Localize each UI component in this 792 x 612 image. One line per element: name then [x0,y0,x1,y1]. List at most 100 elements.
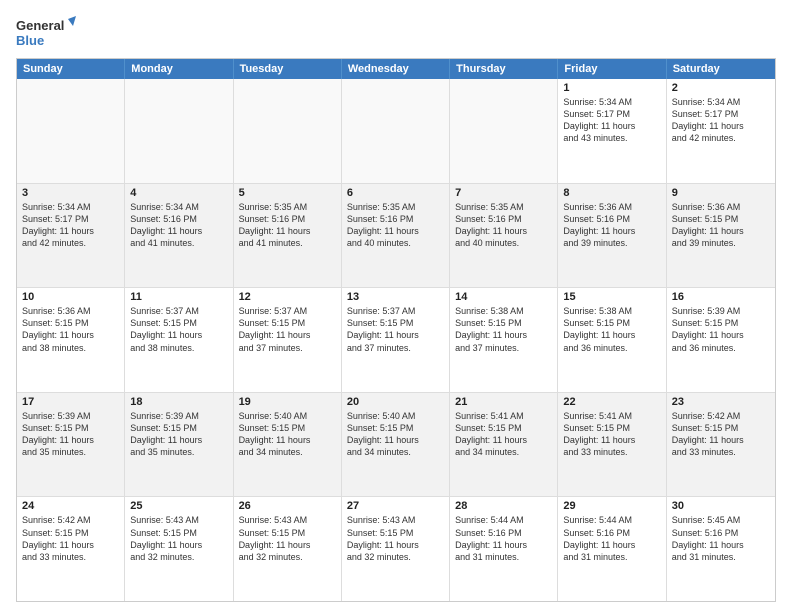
calendar-cell-0-0 [17,79,125,183]
day-number: 13 [347,291,444,303]
day-info: Sunrise: 5:37 AM Sunset: 5:15 PM Dayligh… [130,305,227,354]
calendar: SundayMondayTuesdayWednesdayThursdayFrid… [16,58,776,602]
calendar-cell-2-2: 12Sunrise: 5:37 AM Sunset: 5:15 PM Dayli… [234,288,342,392]
header-day-friday: Friday [558,59,666,79]
calendar-cell-3-4: 21 Sunrise: 5:41 AM Sunset: 5:15 PM Dayli… [450,393,558,497]
day-info: Sunrise: 5:35 AM Sunset: 5:16 PM Dayligh… [455,201,552,250]
calendar-week-4: 17 Sunrise: 5:39 AM Sunset: 5:15 PM Dayli… [17,392,775,497]
day-info: Sunrise: 5:37 AM Sunset: 5:15 PM Dayligh… [347,305,444,354]
day-info: Sunrise: 5:45 AM Sunset: 5:16 PM Dayligh… [672,514,770,563]
calendar-cell-1-4: 7 Sunrise: 5:35 AM Sunset: 5:16 PM Daylig… [450,184,558,288]
calendar-week-5: 24Sunrise: 5:42 AM Sunset: 5:15 PM Dayli… [17,496,775,601]
day-info: Sunrise: 5:42 AM Sunset: 5:15 PM Dayligh… [22,514,119,563]
calendar-week-3: 10 Sunrise: 5:36 AM Sunset: 5:15 PM Dayli… [17,287,775,392]
header-day-monday: Monday [125,59,233,79]
calendar-cell-0-1 [125,79,233,183]
day-number: 7 [455,187,552,199]
day-info: Sunrise: 5:41 AM Sunset: 5:15 PM Dayligh… [563,410,660,459]
header-day-wednesday: Wednesday [342,59,450,79]
calendar-cell-3-3: 20 Sunrise: 5:40 AM Sunset: 5:15 PM Dayli… [342,393,450,497]
day-number: 5 [239,187,336,199]
day-info: Sunrise: 5:36 AM Sunset: 5:15 PM Dayligh… [672,201,770,250]
calendar-cell-0-3 [342,79,450,183]
calendar-cell-4-2: 26 Sunrise: 5:43 AM Sunset: 5:15 PM Dayli… [234,497,342,601]
day-number: 23 [672,396,770,408]
day-info: Sunrise: 5:39 AM Sunset: 5:15 PM Dayligh… [130,410,227,459]
day-number: 8 [563,187,660,199]
day-number: 27 [347,500,444,512]
calendar-cell-0-2 [234,79,342,183]
calendar-body: 1 Sunrise: 5:34 AM Sunset: 5:17 PM Daylig… [17,79,775,601]
calendar-cell-1-3: 6 Sunrise: 5:35 AM Sunset: 5:16 PM Daylig… [342,184,450,288]
day-number: 18 [130,396,227,408]
day-info: Sunrise: 5:44 AM Sunset: 5:16 PM Dayligh… [563,514,660,563]
day-number: 30 [672,500,770,512]
day-info: Sunrise: 5:40 AM Sunset: 5:15 PM Dayligh… [347,410,444,459]
calendar-cell-2-3: 13 Sunrise: 5:37 AM Sunset: 5:15 PM Dayli… [342,288,450,392]
day-number: 3 [22,187,119,199]
day-number: 16 [672,291,770,303]
day-number: 1 [563,82,660,94]
day-number: 10 [22,291,119,303]
day-number: 28 [455,500,552,512]
day-number: 22 [563,396,660,408]
day-number: 19 [239,396,336,408]
day-number: 26 [239,500,336,512]
day-info: Sunrise: 5:44 AM Sunset: 5:16 PM Dayligh… [455,514,552,563]
logo: General Blue [16,16,76,52]
day-number: 6 [347,187,444,199]
day-number: 25 [130,500,227,512]
day-number: 20 [347,396,444,408]
day-number: 11 [130,291,227,303]
calendar-cell-1-1: 4Sunrise: 5:34 AM Sunset: 5:16 PM Daylig… [125,184,233,288]
header-day-tuesday: Tuesday [234,59,342,79]
day-info: Sunrise: 5:43 AM Sunset: 5:15 PM Dayligh… [347,514,444,563]
day-info: Sunrise: 5:34 AM Sunset: 5:17 PM Dayligh… [22,201,119,250]
header-day-sunday: Sunday [17,59,125,79]
day-info: Sunrise: 5:42 AM Sunset: 5:15 PM Dayligh… [672,410,770,459]
day-info: Sunrise: 5:38 AM Sunset: 5:15 PM Dayligh… [563,305,660,354]
calendar-header: SundayMondayTuesdayWednesdayThursdayFrid… [17,59,775,79]
calendar-cell-4-4: 28 Sunrise: 5:44 AM Sunset: 5:16 PM Dayli… [450,497,558,601]
day-number: 15 [563,291,660,303]
day-info: Sunrise: 5:43 AM Sunset: 5:15 PM Dayligh… [239,514,336,563]
calendar-cell-1-6: 9 Sunrise: 5:36 AM Sunset: 5:15 PM Daylig… [667,184,775,288]
calendar-cell-4-6: 30 Sunrise: 5:45 AM Sunset: 5:16 PM Dayli… [667,497,775,601]
calendar-cell-2-0: 10 Sunrise: 5:36 AM Sunset: 5:15 PM Dayli… [17,288,125,392]
day-info: Sunrise: 5:36 AM Sunset: 5:15 PM Dayligh… [22,305,119,354]
day-number: 9 [672,187,770,199]
calendar-cell-3-2: 19 Sunrise: 5:40 AM Sunset: 5:15 PM Dayli… [234,393,342,497]
calendar-cell-4-1: 25Sunrise: 5:43 AM Sunset: 5:15 PM Dayli… [125,497,233,601]
day-number: 2 [672,82,770,94]
calendar-week-2: 3 Sunrise: 5:34 AM Sunset: 5:17 PM Daylig… [17,183,775,288]
calendar-cell-0-6: 2Sunrise: 5:34 AM Sunset: 5:17 PM Daylig… [667,79,775,183]
day-info: Sunrise: 5:34 AM Sunset: 5:16 PM Dayligh… [130,201,227,250]
day-info: Sunrise: 5:35 AM Sunset: 5:16 PM Dayligh… [239,201,336,250]
day-number: 17 [22,396,119,408]
svg-text:Blue: Blue [16,33,44,48]
calendar-cell-2-5: 15 Sunrise: 5:38 AM Sunset: 5:15 PM Dayli… [558,288,666,392]
day-info: Sunrise: 5:34 AM Sunset: 5:17 PM Dayligh… [563,96,660,145]
day-info: Sunrise: 5:39 AM Sunset: 5:15 PM Dayligh… [22,410,119,459]
day-info: Sunrise: 5:40 AM Sunset: 5:15 PM Dayligh… [239,410,336,459]
calendar-cell-2-1: 11 Sunrise: 5:37 AM Sunset: 5:15 PM Dayli… [125,288,233,392]
calendar-cell-2-4: 14Sunrise: 5:38 AM Sunset: 5:15 PM Dayli… [450,288,558,392]
calendar-cell-1-2: 5 Sunrise: 5:35 AM Sunset: 5:16 PM Daylig… [234,184,342,288]
day-info: Sunrise: 5:39 AM Sunset: 5:15 PM Dayligh… [672,305,770,354]
header-day-saturday: Saturday [667,59,775,79]
svg-text:General: General [16,18,64,33]
day-info: Sunrise: 5:36 AM Sunset: 5:16 PM Dayligh… [563,201,660,250]
calendar-cell-3-5: 22 Sunrise: 5:41 AM Sunset: 5:15 PM Dayli… [558,393,666,497]
calendar-cell-1-5: 8 Sunrise: 5:36 AM Sunset: 5:16 PM Daylig… [558,184,666,288]
calendar-cell-4-0: 24Sunrise: 5:42 AM Sunset: 5:15 PM Dayli… [17,497,125,601]
day-info: Sunrise: 5:41 AM Sunset: 5:15 PM Dayligh… [455,410,552,459]
calendar-cell-4-3: 27 Sunrise: 5:43 AM Sunset: 5:15 PM Dayli… [342,497,450,601]
day-info: Sunrise: 5:35 AM Sunset: 5:16 PM Dayligh… [347,201,444,250]
calendar-cell-2-6: 16 Sunrise: 5:39 AM Sunset: 5:15 PM Dayli… [667,288,775,392]
day-info: Sunrise: 5:37 AM Sunset: 5:15 PM Dayligh… [239,305,336,354]
header-day-thursday: Thursday [450,59,558,79]
calendar-cell-3-1: 18 Sunrise: 5:39 AM Sunset: 5:15 PM Dayli… [125,393,233,497]
day-number: 14 [455,291,552,303]
day-number: 29 [563,500,660,512]
day-number: 21 [455,396,552,408]
